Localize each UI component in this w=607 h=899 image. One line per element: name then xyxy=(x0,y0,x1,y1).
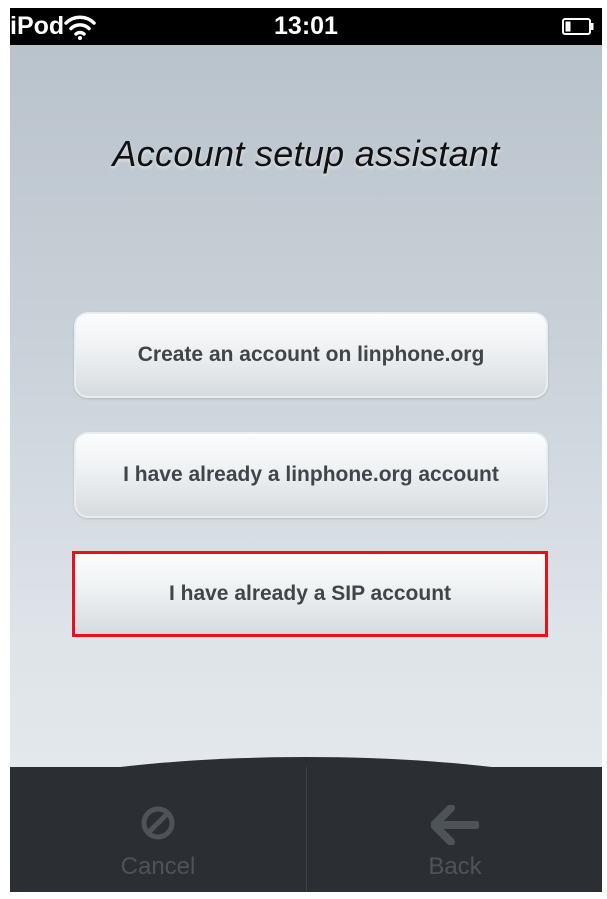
back-button[interactable]: Back xyxy=(306,767,602,892)
linphone-account-button[interactable]: I have already a linphone.org account xyxy=(74,432,548,518)
cancel-label: Cancel xyxy=(120,853,196,880)
sip-account-button[interactable]: I have already a SIP account xyxy=(72,551,548,637)
status-bar: iPod 13:01 xyxy=(10,8,602,45)
tab-bar: Cancel Back xyxy=(10,767,602,892)
status-time: 13:01 xyxy=(274,12,338,40)
battery-icon xyxy=(562,18,594,35)
cancel-button[interactable]: Cancel xyxy=(10,767,306,892)
page-title: Account setup assistant xyxy=(112,133,500,174)
cancel-icon xyxy=(141,806,175,840)
back-icon-wrap xyxy=(307,805,602,849)
back-arrow-icon xyxy=(431,805,479,845)
device-screen: iPod 13:01 Account setup assistant Creat… xyxy=(10,8,602,892)
cancel-icon-wrap xyxy=(10,805,306,849)
back-label: Back xyxy=(428,853,482,880)
setup-content: Account setup assistant Create an accoun… xyxy=(10,45,602,877)
create-account-button[interactable]: Create an account on linphone.org xyxy=(74,312,548,398)
